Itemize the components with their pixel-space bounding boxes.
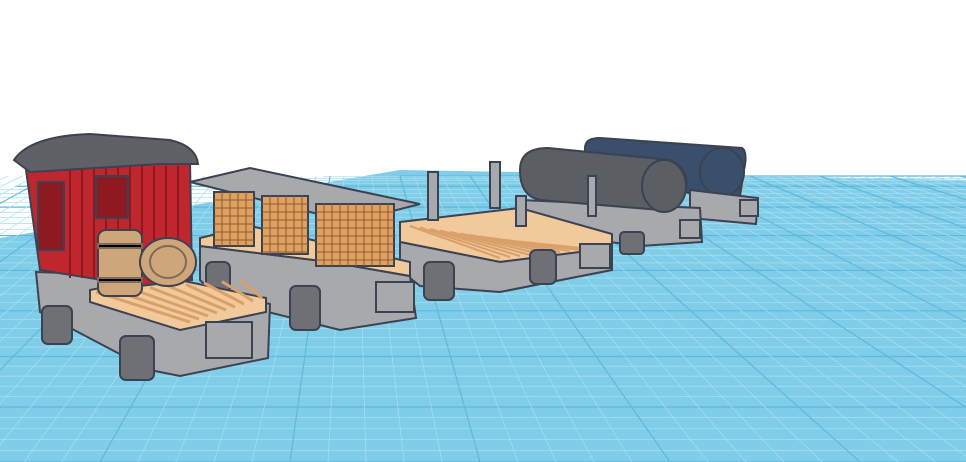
barrel[interactable] (139, 237, 197, 287)
stake-post (489, 161, 501, 209)
barrel[interactable] (97, 229, 143, 297)
cab-door[interactable] (37, 181, 65, 251)
coupler (679, 219, 701, 239)
coupler (739, 199, 759, 217)
crate (315, 203, 395, 267)
wheel-truck (619, 231, 645, 255)
tank-end (641, 159, 687, 213)
coupler (375, 281, 415, 313)
workplane-scene[interactable] (0, 0, 966, 462)
stake-post (515, 195, 527, 227)
coupler (205, 321, 253, 359)
cab-window[interactable] (95, 175, 129, 219)
3d-viewport[interactable] (0, 0, 966, 462)
stake-post (587, 175, 597, 217)
coupler (579, 243, 611, 269)
stake-post (427, 171, 439, 221)
crate (261, 195, 309, 255)
tank-end (699, 147, 745, 197)
